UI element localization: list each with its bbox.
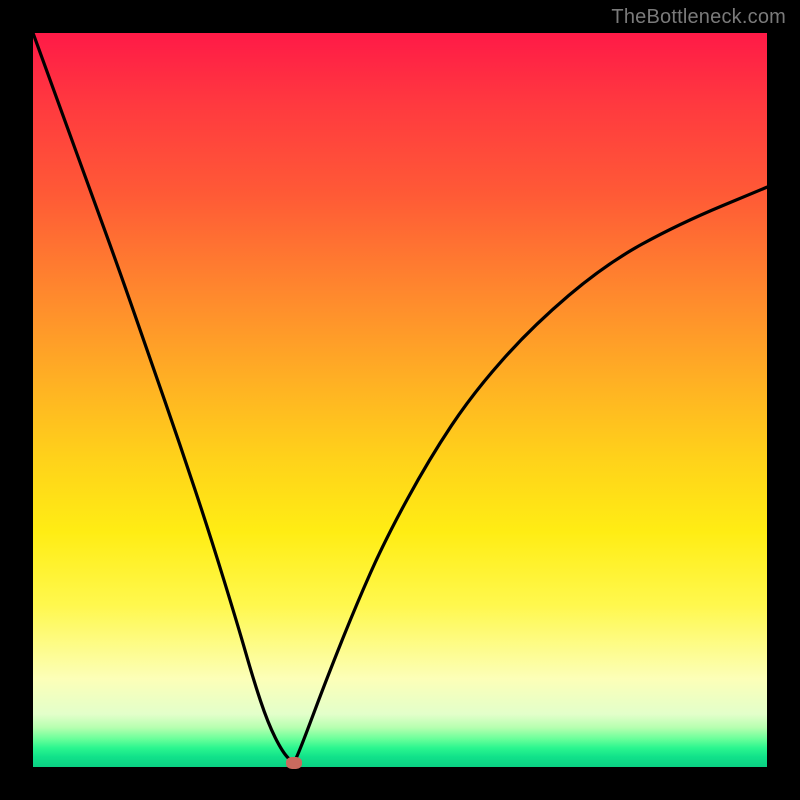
chart-frame: TheBottleneck.com: [0, 0, 800, 800]
optimal-point-marker: [286, 757, 302, 769]
watermark-text: TheBottleneck.com: [611, 6, 786, 29]
curve-svg: [33, 33, 767, 767]
bottleneck-curve: [33, 33, 767, 761]
plot-area: [33, 33, 767, 767]
